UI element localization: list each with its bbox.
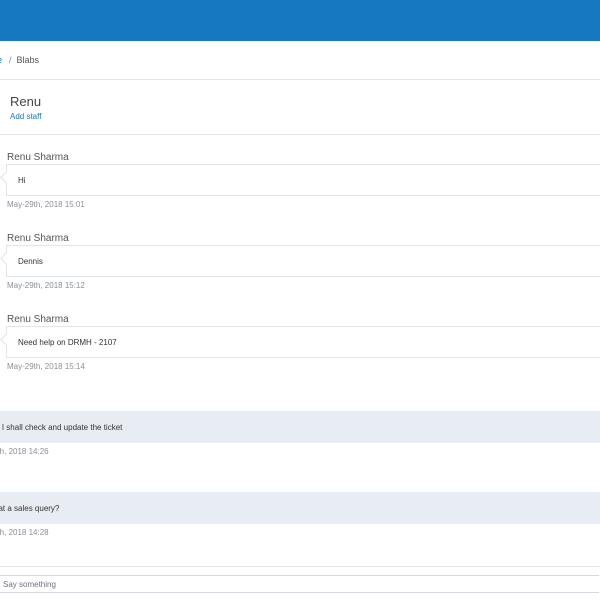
conversation-title: Renu [10, 94, 42, 109]
compose-area [0, 566, 600, 600]
breadcrumb-parent-link[interactable]: e [0, 55, 2, 65]
message-bubble: Hi [6, 164, 600, 196]
breadcrumb-separator: / [9, 55, 12, 65]
message-sender: Renu Sharma [7, 152, 69, 163]
message-text: Dennis [18, 257, 43, 266]
message-timestamp: May-29th, 2018 15:01 [7, 200, 85, 209]
reply-timestamp: 0th, 2018 14:26 [0, 447, 49, 456]
message-timestamp: May-29th, 2018 15:12 [7, 281, 85, 290]
add-staff-link[interactable]: Add staff [10, 112, 41, 121]
breadcrumb: e / Blabs [0, 42, 600, 80]
message-sender: Renu Sharma [7, 314, 69, 325]
message-text: Need help on DRMH - 2107 [18, 338, 117, 347]
reply-bubble: y, I shall check and update the ticket [0, 411, 600, 443]
reply-text: hat a sales query? [0, 504, 60, 513]
message-bubble: Need help on DRMH - 2107 [6, 326, 600, 358]
breadcrumb-current: Blabs [16, 55, 40, 65]
message-bubble: Dennis [6, 245, 600, 277]
reply-text: y, I shall check and update the ticket [0, 423, 123, 432]
message-input[interactable] [0, 575, 599, 593]
message-text: Hi [18, 176, 26, 185]
message-timestamp: May-29th, 2018 15:14 [7, 362, 85, 371]
reply-bubble: hat a sales query? [0, 492, 600, 524]
reply-timestamp: 0th, 2018 14:28 [0, 528, 49, 537]
message-sender: Renu Sharma [7, 233, 69, 244]
chat-page: e / Blabs Renu Add staff Renu Sharma Hi Ma… [0, 0, 600, 600]
top-navigation-bar [0, 0, 600, 41]
conversation-header: Renu Add staff [0, 80, 600, 135]
